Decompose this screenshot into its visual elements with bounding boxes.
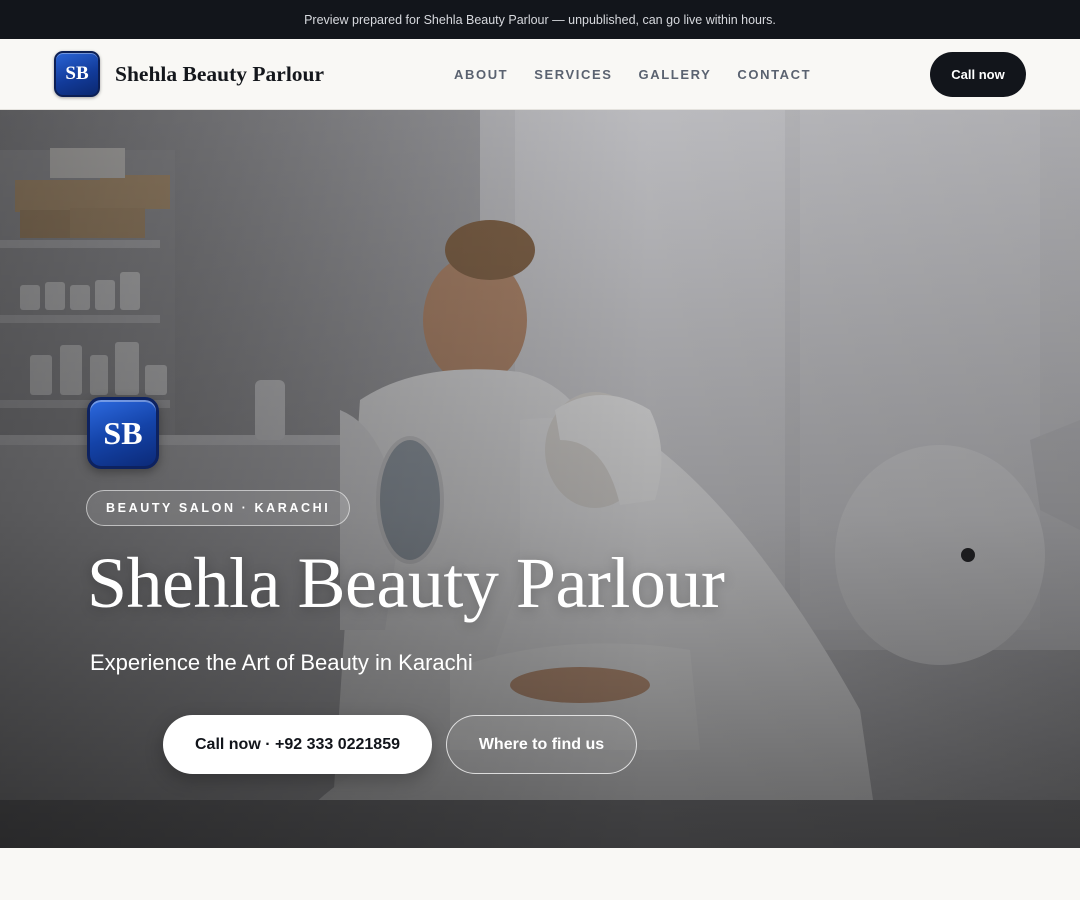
hero-logo-initials: SB xyxy=(103,414,143,451)
hero-category-tag: BEAUTY SALON · KARACHI xyxy=(86,490,351,526)
hero-title: Shehla Beauty Parlour xyxy=(87,543,725,623)
nav-link-gallery[interactable]: GALLERY xyxy=(626,61,725,88)
hero-call-button[interactable]: Call now · +92 333 0221859 xyxy=(163,715,432,774)
main-nav: ABOUT SERVICES GALLERY CONTACT xyxy=(441,39,824,109)
announcement-text: Preview prepared for Shehla Beauty Parlo… xyxy=(304,12,776,27)
brand-home-link[interactable]: SB Shehla Beauty Parlour xyxy=(54,51,324,97)
hero-logo-badge: SB xyxy=(87,397,159,469)
hero-subtitle: Experience the Art of Beauty in Karachi xyxy=(90,650,473,675)
site-header: SB Shehla Beauty Parlour ABOUT SERVICES … xyxy=(0,39,1080,110)
announcement-bar: Preview prepared for Shehla Beauty Parlo… xyxy=(0,0,1080,39)
logo-badge: SB xyxy=(54,51,100,97)
next-section xyxy=(0,848,1080,900)
nav-link-about[interactable]: ABOUT xyxy=(441,61,521,88)
nav-link-services[interactable]: SERVICES xyxy=(521,61,625,88)
logo-initials: SB xyxy=(65,63,89,84)
brand-name: Shehla Beauty Parlour xyxy=(115,61,325,86)
hero-section: SB BEAUTY SALON · KARACHI Shehla Beauty … xyxy=(0,110,1080,848)
nav-link-contact[interactable]: CONTACT xyxy=(724,61,824,88)
header-call-button[interactable]: Call now xyxy=(930,52,1026,97)
hero-location-button[interactable]: Where to find us xyxy=(446,715,637,774)
